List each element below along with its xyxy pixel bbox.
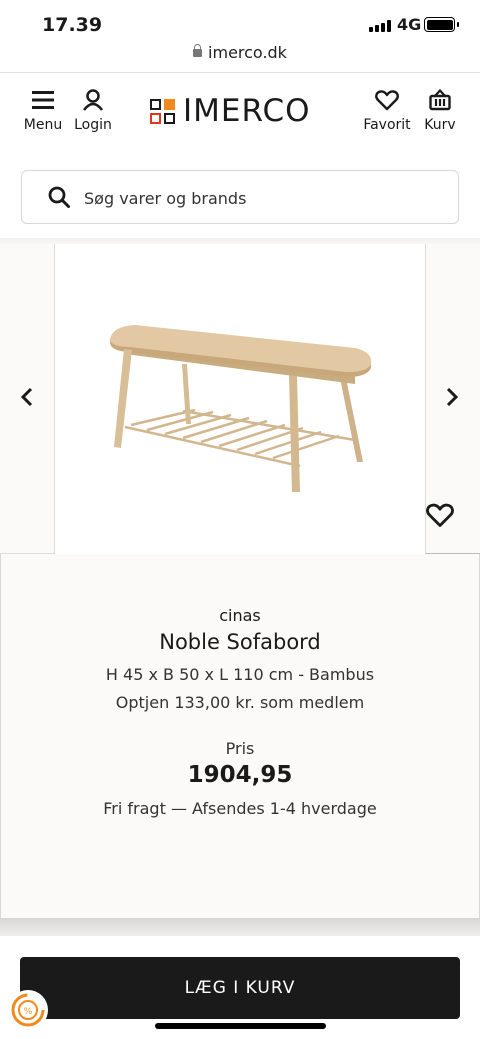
url-text: imerco.dk	[208, 43, 287, 62]
login-button[interactable]: Login	[58, 88, 128, 133]
search-input[interactable]	[84, 185, 434, 211]
member-points: Optjen 133,00 kr. som medlem	[115, 693, 365, 712]
svg-text:%: %	[24, 1007, 33, 1017]
user-icon	[58, 88, 128, 112]
login-label: Login	[74, 117, 112, 133]
product-price: 1904,95	[187, 762, 293, 788]
product-gallery[interactable]	[0, 244, 480, 554]
lock-icon	[193, 44, 203, 57]
cart-button[interactable]: Kurv	[405, 88, 475, 133]
shipping-info: Fri fragt — Afsendes 1-4 hverdage	[103, 799, 377, 818]
divider	[0, 72, 480, 73]
basket-icon	[405, 88, 475, 112]
status-bar: 17.39 4G	[0, 0, 480, 44]
percent-badge-icon: %	[11, 993, 45, 1027]
network-type: 4G	[397, 15, 422, 34]
search-icon	[48, 186, 70, 212]
signal-icon	[369, 20, 391, 32]
status-time: 17.39	[42, 14, 103, 36]
next-image-button[interactable]	[440, 385, 464, 409]
product-dimensions: H 45 x B 50 x L 110 cm - Bambus	[105, 665, 375, 684]
prev-image-button[interactable]	[15, 385, 39, 409]
section-divider	[0, 918, 480, 936]
add-to-cart-button[interactable]: LÆG I KURV	[20, 957, 460, 1019]
imerco-logo[interactable]: IMERCO	[150, 93, 311, 129]
home-indicator[interactable]	[155, 1023, 326, 1029]
product-info: cinas Noble Sofabord H 45 x B 50 x L 110…	[0, 554, 480, 918]
heart-outline-icon	[426, 503, 454, 527]
price-label: Pris	[225, 739, 255, 758]
logo-text: IMERCO	[183, 93, 311, 129]
offer-badge[interactable]: %	[8, 990, 48, 1030]
chevron-left-icon	[20, 387, 33, 407]
address-bar[interactable]: imerco.dk	[0, 43, 480, 62]
product-image[interactable]	[55, 244, 425, 554]
product-brand[interactable]: cinas	[1, 606, 479, 625]
chevron-right-icon	[446, 387, 459, 407]
add-favorite-button[interactable]	[426, 502, 454, 530]
battery-icon	[424, 17, 459, 32]
product-title: Noble Sofabord	[159, 630, 321, 654]
coffee-table-image	[110, 325, 372, 492]
logo-mark-icon	[150, 98, 175, 124]
search-box[interactable]	[21, 170, 459, 224]
cart-label: Kurv	[424, 117, 456, 133]
